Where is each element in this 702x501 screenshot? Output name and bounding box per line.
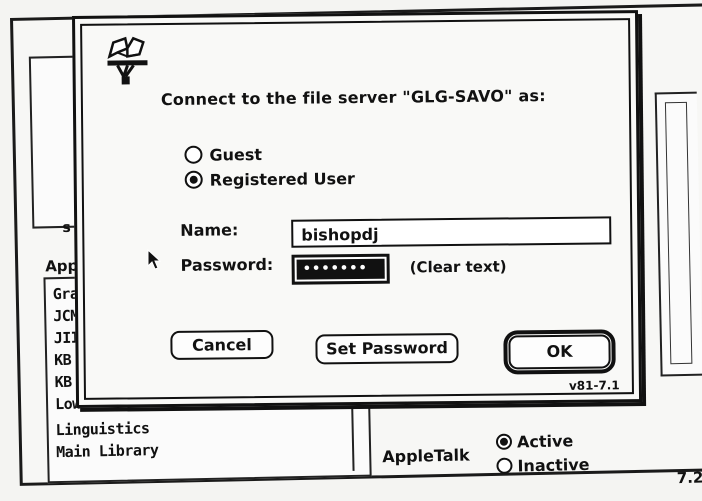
- password-label: Password:: [180, 254, 274, 275]
- name-label: Name:: [180, 220, 239, 240]
- appletalk-active-label: Active: [516, 431, 574, 452]
- appletalk-label: AppleTalk: [382, 445, 470, 467]
- file-server-icon: [107, 36, 148, 85]
- radio-unselected-icon: [496, 457, 513, 474]
- guest-radio[interactable]: Guest: [184, 145, 262, 165]
- password-mask: •••••••: [296, 258, 385, 280]
- password-mode-label: (Clear text): [409, 257, 507, 277]
- registered-user-radio[interactable]: Registered User: [184, 169, 355, 190]
- appletalk-inactive-radio[interactable]: Inactive: [496, 454, 590, 476]
- chooser-version: 7.2: [676, 468, 702, 488]
- cancel-button[interactable]: Cancel: [170, 329, 274, 360]
- appletalk-active-radio[interactable]: Active: [495, 431, 574, 452]
- dialog-prompt: Connect to the file server "GLG-SAVO" as…: [160, 86, 546, 110]
- mouse-pointer-icon: [147, 248, 162, 270]
- dialog-version: v81-7.1: [568, 378, 620, 393]
- list-item[interactable]: Main Library: [56, 441, 159, 461]
- appletalk-inactive-label: Inactive: [517, 454, 590, 476]
- ok-button[interactable]: OK: [508, 334, 611, 370]
- radio-selected-icon: [184, 170, 203, 189]
- list-item[interactable]: Linguistics: [55, 419, 149, 439]
- set-password-button[interactable]: Set Password: [315, 332, 459, 365]
- radio-selected-icon: [495, 433, 513, 450]
- radio-unselected-icon: [184, 145, 203, 164]
- screen: s Appl Gra JCM JIIG KB ( KB S Low Lingui…: [0, 0, 702, 490]
- connect-dialog: Connect to the file server "GLG-SAVO" as…: [72, 10, 643, 408]
- guest-label: Guest: [209, 145, 263, 165]
- registered-user-label: Registered User: [209, 169, 355, 190]
- name-field[interactable]: bishopdj: [291, 216, 612, 248]
- password-field[interactable]: •••••••: [291, 253, 390, 285]
- device-pane-label: s: [62, 219, 71, 236]
